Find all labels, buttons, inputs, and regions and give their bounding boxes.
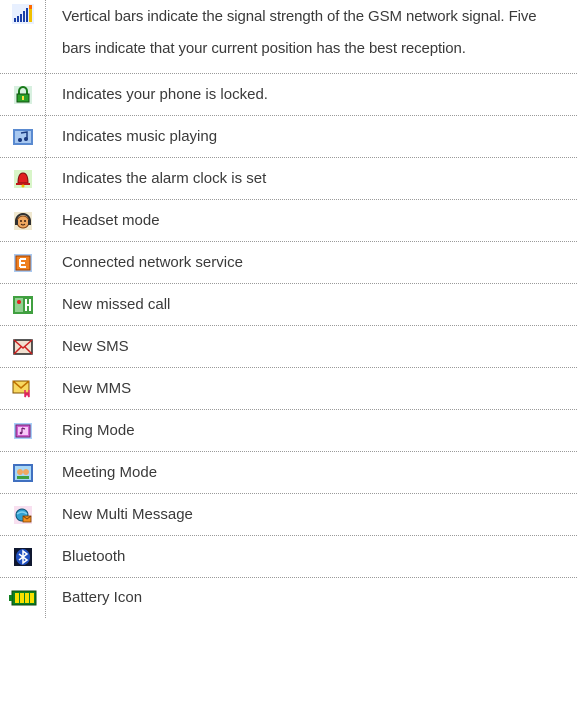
table-row: Bluetooth [0,536,577,578]
table-row: Indicates music playing [0,116,577,158]
description-cell: Indicates the alarm clock is set [46,158,577,199]
icon-cell [0,0,46,73]
description-cell: Indicates music playing [46,116,577,157]
status-icon-table: Vertical bars indicate the signal streng… [0,0,577,618]
headset-icon [13,211,32,230]
icon-cell [0,116,46,157]
description-cell: New Multi Message [46,494,577,535]
icon-cell [0,494,46,535]
description-cell: Headset mode [46,200,577,241]
description-text: New Multi Message [62,505,193,523]
battery-icon [8,590,36,606]
description-text: Indicates your phone is locked. [62,85,268,103]
table-row: Indicates the alarm clock is set [0,158,577,200]
icon-cell [0,158,46,199]
table-row: Headset mode [0,200,577,242]
table-row: Meeting Mode [0,452,577,494]
description-cell: Vertical bars indicate the signal streng… [46,0,577,73]
description-cell: New missed call [46,284,577,325]
description-text: Connected network service [62,253,243,271]
table-row: New SMS [0,326,577,368]
description-cell: New SMS [46,326,577,367]
description-cell: New MMS [46,368,577,409]
multi-message-icon [13,505,32,524]
description-text: Headset mode [62,211,160,229]
icon-cell [0,452,46,493]
table-row: Vertical bars indicate the signal streng… [0,0,577,74]
description-cell: Indicates your phone is locked. [46,74,577,115]
signal-bars-icon [11,4,34,24]
table-row: Indicates your phone is locked. [0,74,577,116]
description-text: New MMS [62,379,132,397]
description-cell: Ring Mode [46,410,577,451]
alarm-bell-icon [13,169,32,188]
description-text: Indicates music playing [62,127,218,145]
icon-cell [0,284,46,325]
icon-cell [0,74,46,115]
table-row: Battery Icon [0,578,577,618]
ring-mode-icon [13,422,32,439]
table-row: New MMS [0,368,577,410]
description-text: Vertical bars indicate the signal streng… [62,8,537,57]
icon-cell [0,326,46,367]
lock-icon [13,85,32,104]
bluetooth-icon [13,547,32,566]
description-text: Battery Icon [62,589,143,606]
table-row: New missed call [0,284,577,326]
table-row: New Multi Message [0,494,577,536]
icon-cell [0,410,46,451]
description-text: New missed call [62,295,171,313]
description-text: Indicates the alarm clock is set [62,169,267,187]
icon-cell [0,200,46,241]
description-text: Ring Mode [62,421,135,439]
description-cell: Bluetooth [46,536,577,577]
icon-cell [0,242,46,283]
description-text: Bluetooth [62,547,126,565]
description-text: New SMS [62,337,129,355]
icon-cell [0,368,46,409]
mms-envelope-icon [12,379,30,397]
description-cell: Meeting Mode [46,452,577,493]
table-row: Ring Mode [0,410,577,452]
description-cell: Connected network service [46,242,577,283]
description-cell: Battery Icon [46,578,577,618]
icon-cell [0,578,46,618]
meeting-mode-icon [12,463,33,482]
network-service-icon [13,253,32,272]
music-icon [12,128,33,145]
missed-call-icon [12,295,33,314]
table-row: Connected network service [0,242,577,284]
description-text: Meeting Mode [62,463,158,481]
sms-envelope-icon [12,338,33,355]
icon-cell [0,536,46,577]
